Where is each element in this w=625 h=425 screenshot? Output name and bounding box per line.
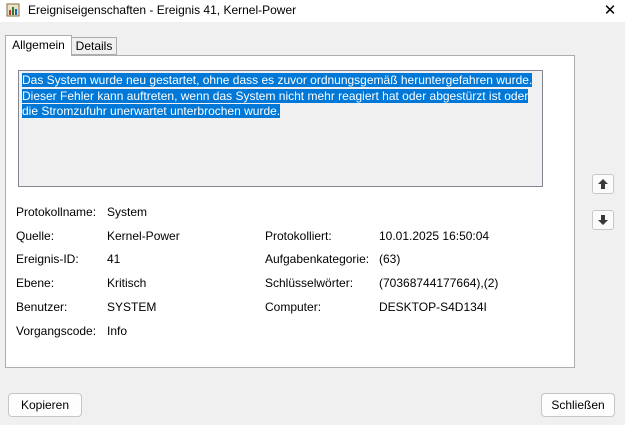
logged-label: Protokolliert: (265, 229, 332, 243)
arrow-down-icon (598, 215, 608, 225)
keywords-label: Schlüsselwörter: (265, 276, 354, 290)
window-title: Ereigniseigenschaften - Ereignis 41, Ker… (28, 3, 297, 17)
previous-event-button[interactable] (592, 174, 614, 194)
level-value: Kritisch (107, 276, 147, 290)
level-label: Ebene: (16, 276, 55, 290)
computer-value: DESKTOP-S4D134I (379, 300, 487, 314)
copy-button[interactable]: Kopieren (8, 393, 82, 417)
event-id-label: Ereignis-ID: (16, 252, 79, 266)
opcode-label: Vorgangscode: (16, 324, 97, 338)
event-viewer-icon (6, 3, 20, 17)
event-description-box[interactable]: Das System wurde neu gestartet, ohne das… (18, 70, 543, 187)
next-event-button[interactable] (592, 210, 614, 230)
log-name-value: System (107, 205, 148, 219)
close-icon[interactable]: ✕ (595, 0, 625, 22)
keywords-value: (70368744177664),(2) (379, 276, 499, 290)
source-value: Kernel-Power (107, 229, 180, 243)
title-bar: Ereigniseigenschaften - Ereignis 41, Ker… (0, 0, 625, 22)
source-label: Quelle: (16, 229, 55, 243)
close-button[interactable]: Schließen (541, 393, 615, 417)
log-name-label: Protokollname: (16, 205, 97, 219)
computer-label: Computer: (265, 300, 322, 314)
arrow-up-icon (598, 179, 608, 189)
tab-details[interactable]: Details (72, 37, 117, 55)
event-description-text: Das System wurde neu gestartet, ohne das… (22, 73, 533, 118)
event-id-value: 41 (107, 252, 121, 266)
logged-value: 10.01.2025 16:50:04 (379, 229, 490, 243)
user-value: SYSTEM (107, 300, 157, 314)
task-category-label: Aufgabenkategorie: (265, 252, 370, 266)
user-label: Benutzer: (16, 300, 68, 314)
task-category-value: (63) (379, 252, 401, 266)
opcode-value: Info (107, 324, 128, 338)
tab-general[interactable]: Allgemein (5, 35, 72, 56)
